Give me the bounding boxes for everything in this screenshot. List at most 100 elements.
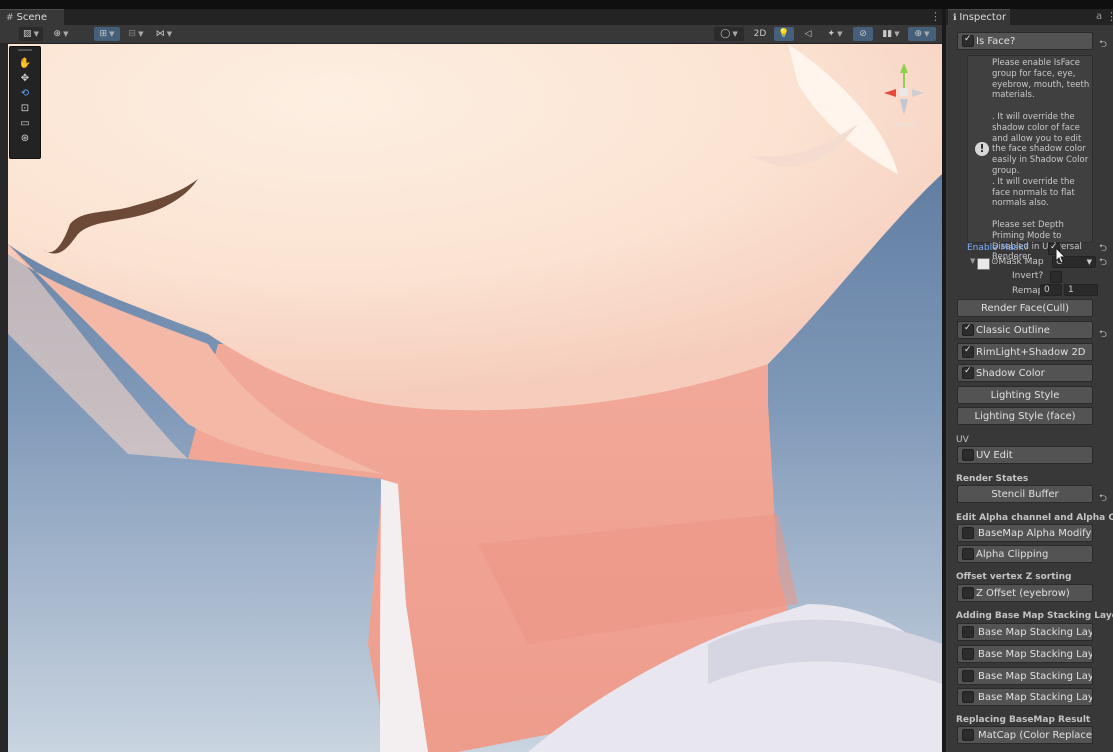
matcap-checkbox[interactable] <box>962 729 974 741</box>
snap-settings-icon: ⋈ <box>155 29 165 39</box>
z-offset-foldout[interactable]: Z Offset (eyebrow) <box>957 584 1093 602</box>
replacing-section-label: Replacing BaseMap Result <box>956 715 1091 725</box>
is-face-foldout[interactable]: Is Face? <box>957 32 1093 50</box>
stacking-layer-1-foldout[interactable]: Base Map Stacking Layer 1 <box>957 623 1093 641</box>
texture-thumbnail-icon[interactable] <box>977 258 990 270</box>
alpha-section-label: Edit Alpha channel and Alpha Clip <box>956 513 1113 523</box>
stacking-layer-1-checkbox[interactable] <box>962 626 974 638</box>
effects-dropdown[interactable]: ✦ ▼ <box>822 27 848 41</box>
draw-mode-icon: ▨ <box>23 29 32 39</box>
sphere-icon: ◯ <box>720 29 731 39</box>
transform-tool-icon[interactable]: ⊛ <box>14 132 36 145</box>
uv-edit-checkbox[interactable] <box>962 449 974 461</box>
shading-mode-dropdown[interactable]: ◯ ▼ <box>714 27 744 41</box>
z-offset-label: Z Offset (eyebrow) <box>976 587 1070 599</box>
snap-settings-dropdown[interactable]: ⋈ ▼ <box>151 27 177 41</box>
basemap-alpha-label: BaseMap Alpha Modify <box>978 527 1092 539</box>
palette-grip[interactable] <box>18 49 32 51</box>
stacking-layer-3-foldout[interactable]: Base Map Stacking Layer 3 <box>957 667 1093 685</box>
scene-menu-icon[interactable]: ⋮ <box>930 10 941 23</box>
move-tool-icon[interactable]: ✥ <box>14 72 36 85</box>
scene-tab[interactable]: # Scene <box>0 9 64 25</box>
scene-toolbar: ▨ ▼ ⊕ ▼ ⊞ ▼ ⊟ ▼ ⋈ ▼ ◯ ▼ 2D 💡 ◁ ✦ ▼ ⊘ ▮▮ ▼ <box>0 25 942 44</box>
revert-icon[interactable]: ⮌ <box>1099 255 1107 272</box>
render-face-foldout[interactable]: Render Face(Cull) <box>957 299 1093 317</box>
hand-tool-icon[interactable]: ✋ <box>14 57 36 70</box>
pivot-dropdown[interactable]: ⊕ ▼ <box>48 27 74 41</box>
stacking-layer-4-label: Base Map Stacking Layer 4 <box>978 691 1092 703</box>
inspector-menu-icon[interactable]: ⋮ <box>1106 10 1113 23</box>
alpha-clipping-label: Alpha Clipping <box>976 548 1049 560</box>
grid-snap-dropdown[interactable]: ⊞ ▼ <box>94 27 120 41</box>
scene-grid-icon: # <box>6 12 14 23</box>
stacking-layer-2-foldout[interactable]: Base Map Stacking Layer 2 <box>957 645 1093 663</box>
scene-viewport[interactable] <box>8 44 942 752</box>
shadow-color-checkbox[interactable] <box>962 366 974 379</box>
orientation-gizmo[interactable]: <Persp <box>874 59 934 129</box>
lighting-toggle[interactable]: 💡 <box>774 27 794 41</box>
stacking-layer-4-foldout[interactable]: Base Map Stacking Layer 4 <box>957 688 1093 706</box>
alpha-clipping-checkbox[interactable] <box>962 548 974 560</box>
remap-label: Remap <box>1012 286 1044 296</box>
perspective-label: <Persp <box>892 121 918 129</box>
stacking-layer-4-checkbox[interactable] <box>962 691 974 703</box>
increment-snap-icon: ⊟ <box>128 29 137 39</box>
2d-toggle[interactable]: 2D <box>749 27 771 41</box>
inspector-tab[interactable]: ℹ Inspector <box>948 9 1010 25</box>
mask-map-text: Mask Map <box>998 257 1044 267</box>
bulb-icon: 💡 <box>778 29 790 39</box>
character-render <box>8 44 942 752</box>
window-top-bar <box>0 0 1113 9</box>
rect-tool-icon[interactable]: ▭ <box>14 117 36 130</box>
audio-toggle[interactable]: ◁ <box>798 27 818 41</box>
scale-tool-icon[interactable]: ⊡ <box>14 102 36 115</box>
remap-min-field[interactable]: 0 <box>1040 284 1062 296</box>
scene-tab-strip: # Scene ⋮ <box>0 9 942 25</box>
lighting-style-face-label: Lighting Style (face) <box>974 410 1076 422</box>
shadow-color-label: Shadow Color <box>976 367 1045 379</box>
scene-visibility-toggle[interactable]: ⊘ <box>853 27 873 41</box>
revert-icon[interactable]: ⮌ <box>1099 491 1107 508</box>
expand-arrow-icon[interactable]: ▼ <box>970 257 975 265</box>
alpha-clipping-foldout[interactable]: Alpha Clipping <box>957 545 1093 563</box>
basemap-alpha-foldout[interactable]: BaseMap Alpha Modify <box>957 524 1093 542</box>
inspector-tab-strip: ℹ Inspector a ⋮ <box>946 9 1113 25</box>
rimlight-checkbox[interactable] <box>962 345 974 358</box>
shadow-color-foldout[interactable]: Shadow Color <box>957 364 1093 382</box>
basemap-alpha-checkbox[interactable] <box>962 527 974 539</box>
stacking-layer-2-label: Base Map Stacking Layer 2 <box>978 648 1092 660</box>
globe-icon: ⊕ <box>53 29 62 39</box>
uv-edit-foldout[interactable]: UV Edit <box>957 446 1093 464</box>
rimlight-foldout[interactable]: RimLight+Shadow 2D <box>957 343 1093 361</box>
stencil-buffer-foldout[interactable]: Stencil Buffer <box>957 485 1093 503</box>
inspector-panel: ℹ Inspector a ⋮ Is Face? ⮌ ! Please enab… <box>945 9 1113 752</box>
camera-settings-dropdown[interactable]: ▮▮ ▼ <box>877 27 905 41</box>
stacking-layer-3-checkbox[interactable] <box>962 670 974 682</box>
invert-checkbox[interactable] <box>1050 271 1062 283</box>
remap-max-field[interactable]: 1 <box>1064 284 1098 296</box>
uv-edit-label: UV Edit <box>976 449 1013 461</box>
stacking-layer-1-label: Base Map Stacking Layer 1 <box>978 626 1092 638</box>
stacking-layer-2-checkbox[interactable] <box>962 648 974 660</box>
classic-outline-foldout[interactable]: Classic Outline <box>957 321 1093 339</box>
revert-icon[interactable]: ⮌ <box>1099 327 1107 344</box>
classic-outline-checkbox[interactable] <box>962 323 974 336</box>
lighting-style-face-foldout[interactable]: Lighting Style (face) <box>957 407 1093 425</box>
z-offset-checkbox[interactable] <box>962 587 974 599</box>
render-states-section-label: Render States <box>956 474 1029 484</box>
stencil-buffer-label: Stencil Buffer <box>991 488 1059 500</box>
matcap-label: MatCap (Color Replace) <box>978 729 1092 741</box>
is-face-checkbox[interactable] <box>962 34 974 47</box>
revert-icon[interactable]: ⮌ <box>1099 37 1107 54</box>
gizmos-dropdown[interactable]: ⊕ ▼ <box>908 27 936 41</box>
lighting-style-foldout[interactable]: Lighting Style <box>957 386 1093 404</box>
stacking-section-label: Adding Base Map Stacking Layer <box>956 611 1113 621</box>
hidden-eye-icon: ⊘ <box>859 29 867 39</box>
increment-snap-dropdown[interactable]: ⊟ ▼ <box>124 27 148 41</box>
matcap-foldout[interactable]: MatCap (Color Replace) <box>957 726 1093 744</box>
grid-snap-icon: ⊞ <box>99 29 108 39</box>
rotate-tool-icon[interactable]: ⟲ <box>14 87 36 100</box>
draw-mode-dropdown[interactable]: ▨ ▼ <box>19 27 43 41</box>
lock-icon[interactable]: a <box>1096 11 1102 22</box>
chevron-down-icon: ▼ <box>1086 258 1092 266</box>
